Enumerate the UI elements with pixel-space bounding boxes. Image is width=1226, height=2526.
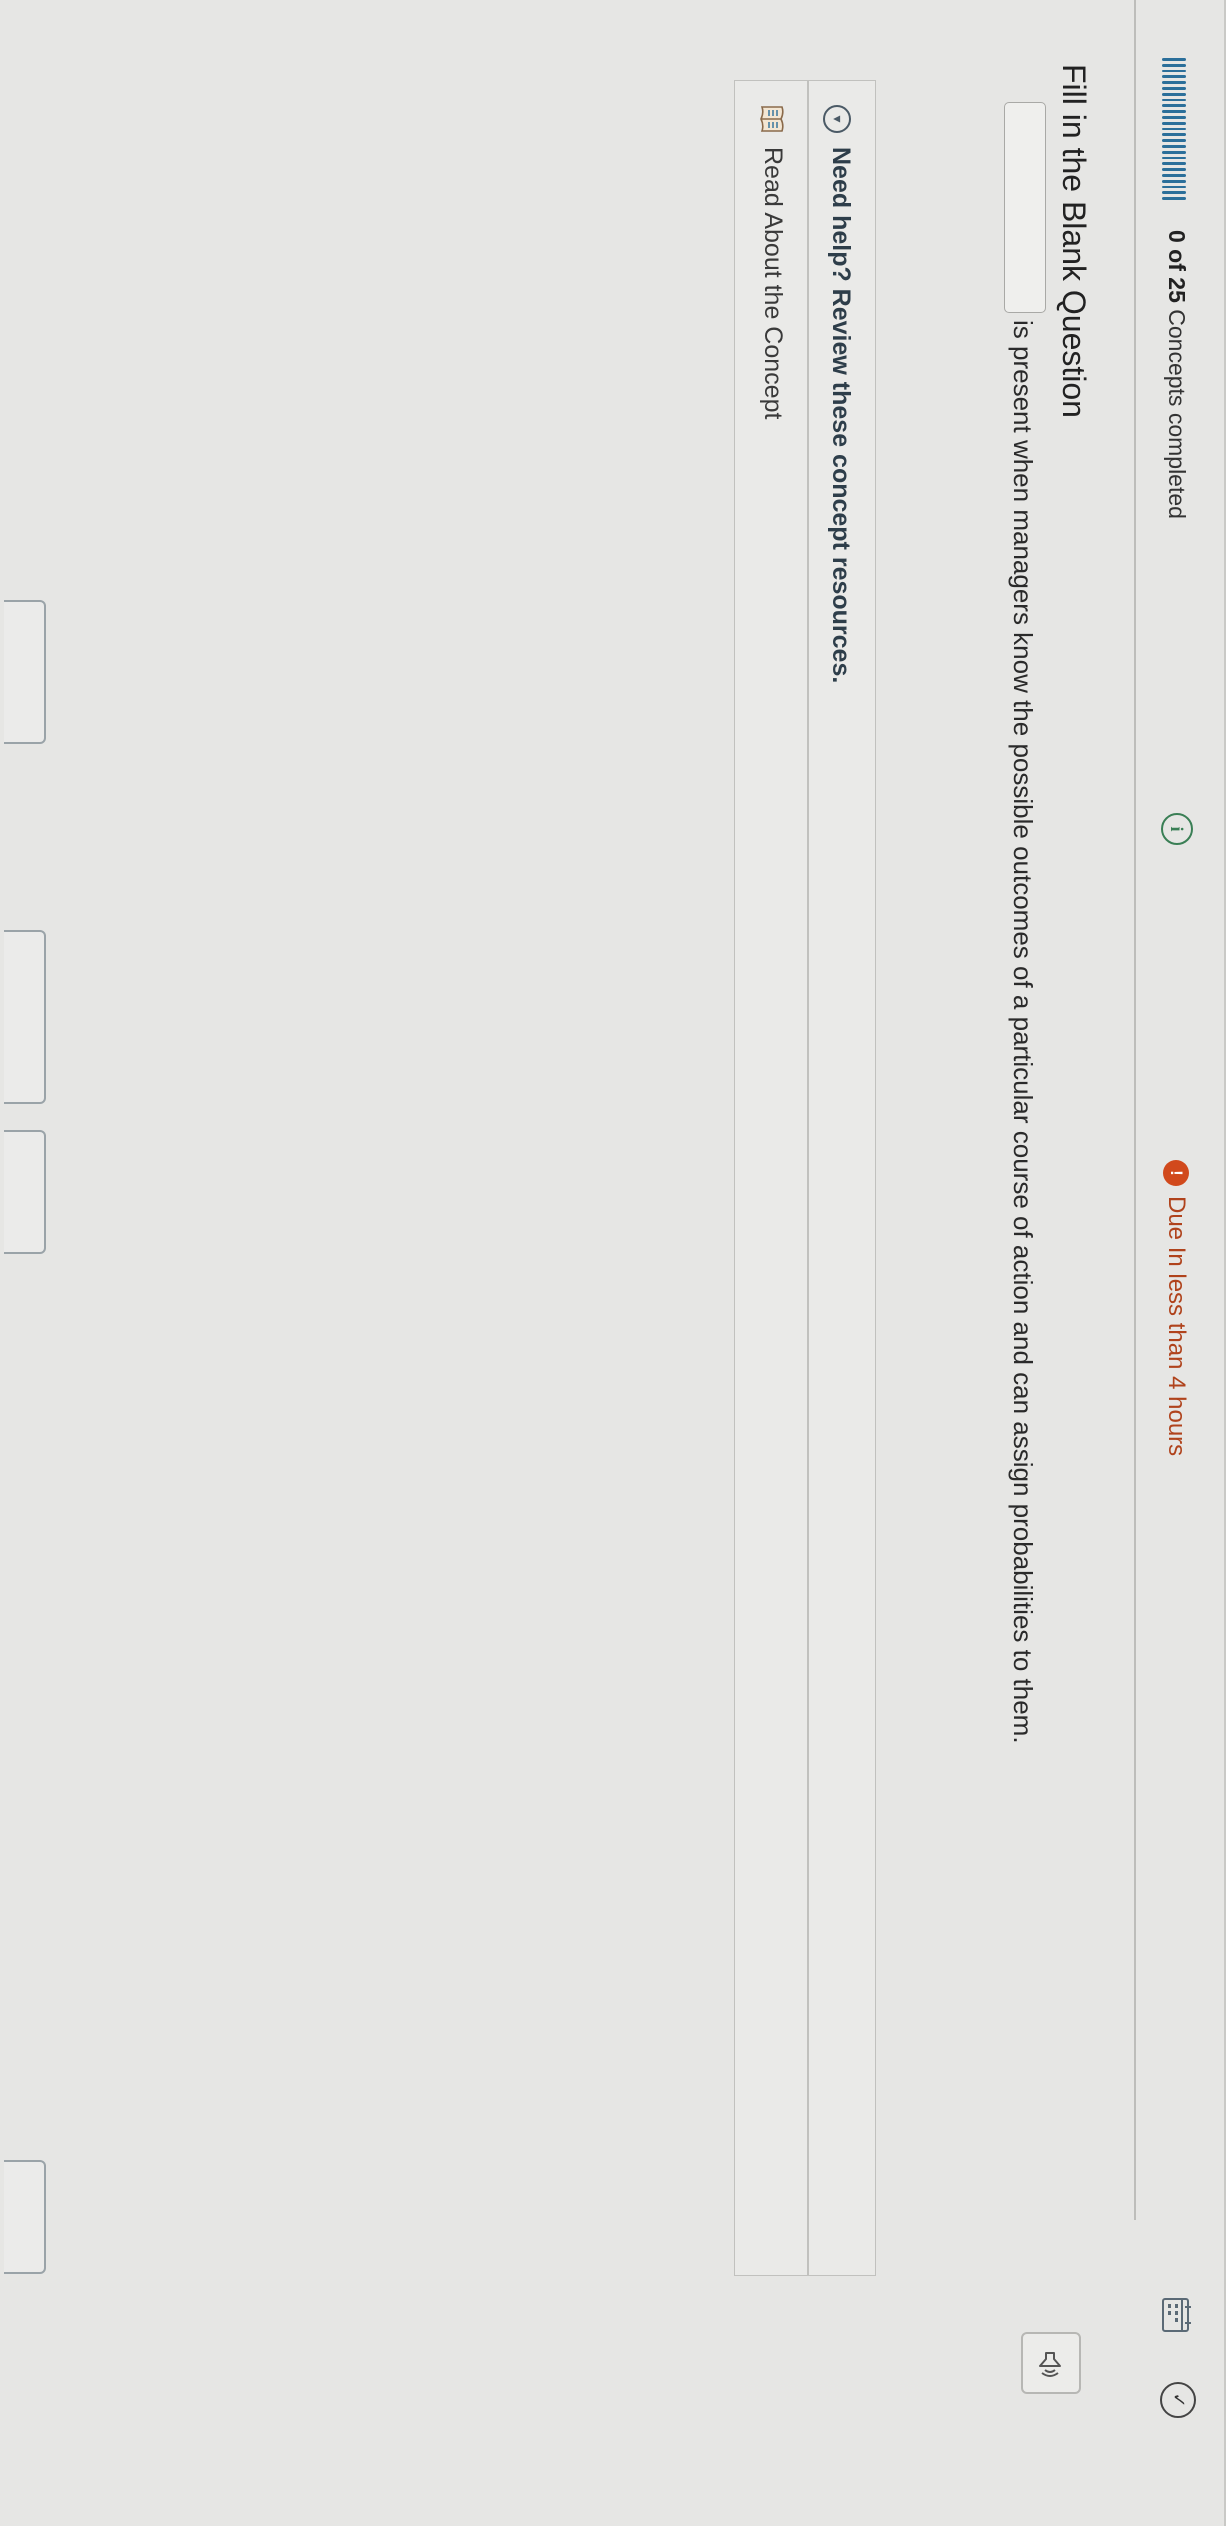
progress-segment — [1162, 173, 1186, 177]
progress-segment — [1162, 81, 1186, 84]
progress-segment — [1162, 115, 1186, 119]
info-icon[interactable]: i — [1161, 813, 1193, 845]
panel-divider — [807, 81, 809, 2275]
progress-segment — [1162, 133, 1186, 137]
progress-segment — [1162, 191, 1186, 195]
help-panel: ▾ Need help? Review these concept resour… — [734, 80, 876, 2276]
progress-segment — [1162, 98, 1186, 102]
progress-segment — [1162, 127, 1186, 131]
question-title: Fill in the Blank Question — [1056, 64, 1092, 418]
header-divider — [1134, 0, 1136, 2220]
progress-segment — [1162, 75, 1186, 79]
progress-segment — [1162, 179, 1186, 183]
concepts-completed: 0 of 25 Concepts completed — [1163, 230, 1190, 519]
progress-segment — [1162, 58, 1186, 61]
book-icon — [760, 106, 784, 132]
progress-segment — [1162, 69, 1186, 73]
concepts-label: Concepts completed — [1164, 309, 1190, 519]
read-aloud-button[interactable] — [1021, 2332, 1081, 2394]
progress-segment — [1162, 185, 1186, 189]
concepts-progress-bar — [1162, 58, 1186, 200]
screen: 0 of 25 Concepts completed i ! Due In le… — [0, 0, 1226, 2526]
alert-icon: ! — [1163, 1160, 1189, 1186]
side-tab[interactable] — [4, 1130, 46, 1254]
progress-segment — [1162, 197, 1186, 200]
due-text: Due In less than 4 hours — [1163, 1196, 1190, 1457]
side-tab[interactable] — [4, 930, 46, 1104]
side-tab[interactable] — [4, 600, 46, 744]
progress-segment — [1162, 168, 1186, 171]
progress-segment — [1162, 139, 1186, 142]
progress-segment — [1162, 63, 1186, 67]
progress-segment — [1162, 92, 1186, 96]
chevron-down-icon[interactable]: ▾ — [823, 105, 851, 133]
calendar-icon[interactable] — [1162, 2298, 1192, 2332]
check-circle-icon[interactable]: ✓ — [1160, 2382, 1196, 2418]
progress-segment — [1162, 156, 1186, 160]
progress-segment — [1162, 162, 1186, 166]
read-about-concept-link[interactable]: Read About the Concept — [758, 147, 787, 419]
due-status: ! Due In less than 4 hours — [1162, 1160, 1190, 1456]
side-tab[interactable] — [4, 2160, 46, 2274]
concepts-count: 0 of 25 — [1164, 230, 1190, 303]
progress-segment — [1162, 121, 1186, 125]
blank-answer-input[interactable] — [1004, 102, 1046, 313]
progress-segment — [1162, 150, 1186, 154]
progress-segment — [1162, 144, 1186, 148]
question-text: is present when managers know the possib… — [1008, 320, 1038, 1744]
help-heading[interactable]: Need help? Review these concept resource… — [826, 147, 855, 683]
progress-segment — [1162, 86, 1186, 90]
progress-segment — [1162, 104, 1186, 108]
progress-segment — [1162, 110, 1186, 113]
speaker-icon — [1039, 2352, 1061, 2377]
